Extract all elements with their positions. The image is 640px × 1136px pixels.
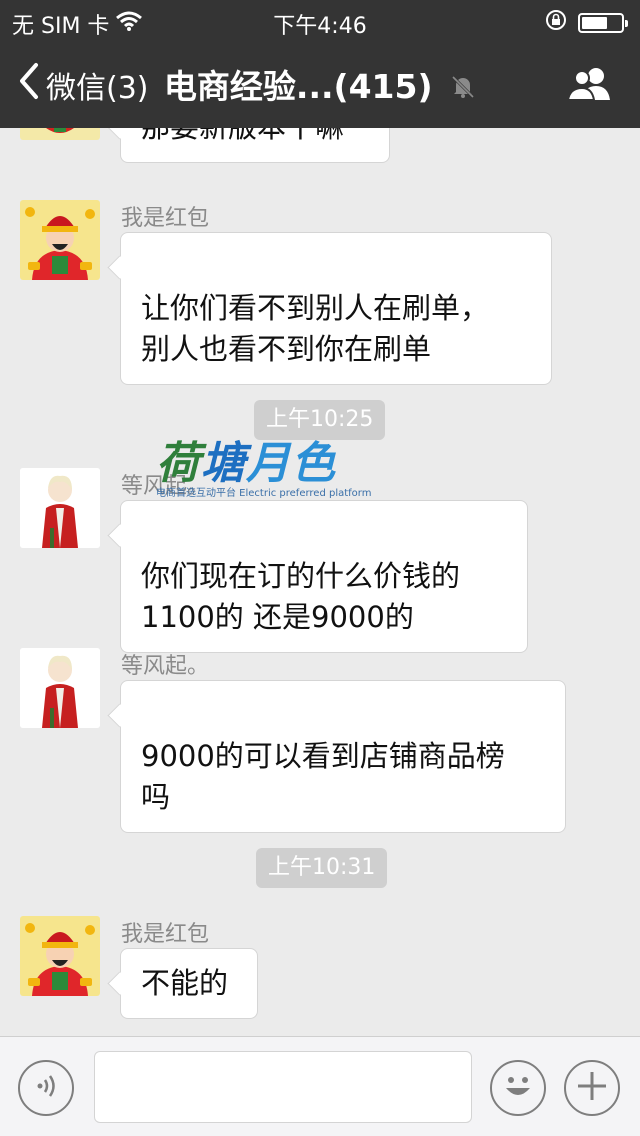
sender-name: 等风起。 (121, 654, 210, 679)
chat-title-text: 电商经验...(415) (163, 67, 433, 106)
message-bubble[interactable]: 不能的 (120, 948, 258, 1019)
timestamp-pill: 上午10:31 (256, 848, 388, 888)
message-text: 不能的 (141, 966, 229, 1000)
message-bubble[interactable]: 让你们看不到别人在刷单， 别人也看不到你在刷单 (120, 232, 552, 385)
avatar-dengfengqi[interactable] (20, 468, 100, 548)
watermark-char: 月 (246, 438, 291, 489)
input-bar (0, 1036, 640, 1136)
nav-bar: 微信(3) 电商经验...(415) (0, 40, 640, 128)
status-right (544, 8, 628, 38)
sender-name: 等风起。 (121, 474, 210, 499)
message-bubble[interactable]: 你们现在订的什么价钱的 1100的 还是9000的 (120, 500, 528, 653)
avatar-redpacket[interactable] (20, 200, 100, 280)
message-text: 那要新版本干嘛 (141, 128, 344, 144)
avatar-redpacket[interactable] (20, 916, 100, 996)
sender-name: 我是红包 (121, 922, 210, 947)
message-bubble[interactable]: 9000的可以看到店铺商品榜 吗 (120, 680, 566, 833)
message-text: 你们现在订的什么价钱的 1100的 还是9000的 (141, 559, 461, 634)
emoji-button[interactable] (490, 1060, 546, 1116)
plus-button[interactable] (564, 1060, 620, 1116)
orientation-lock-icon (544, 8, 568, 38)
battery-icon (578, 13, 628, 33)
message-text: 让你们看不到别人在刷单， 别人也看不到你在刷单 (141, 291, 490, 366)
avatar-dengfengqi[interactable] (20, 648, 100, 728)
plus-icon (574, 1068, 610, 1108)
battery-fill (582, 17, 607, 29)
voice-icon (31, 1071, 61, 1105)
chat-title: 电商经验...(415) (0, 60, 640, 108)
avatar-redpacket-partial[interactable] (20, 128, 100, 140)
message-bubble[interactable]: 那要新版本干嘛 (120, 128, 390, 163)
group-members-button[interactable] (566, 66, 614, 106)
timestamp-pill: 上午10:25 (254, 400, 386, 440)
voice-button[interactable] (18, 1060, 74, 1116)
status-bar: 无 SIM 卡 下午4:46 (0, 0, 640, 40)
emoji-icon (498, 1066, 538, 1110)
chat-area[interactable]: 那要新版本干嘛 我是红包 让你们看不到别人在刷单， 别人也看不到你在刷单 上午1… (0, 128, 640, 1036)
mute-bell-icon (450, 69, 476, 108)
watermark-char: 色 (291, 438, 336, 489)
message-text: 9000的可以看到店铺商品榜 吗 (141, 739, 505, 814)
group-members-icon (566, 68, 614, 106)
message-input[interactable] (94, 1051, 472, 1123)
top-bar: 无 SIM 卡 下午4:46 微信(3) 电商经验...(415) (0, 0, 640, 128)
sender-name: 我是红包 (121, 206, 210, 231)
